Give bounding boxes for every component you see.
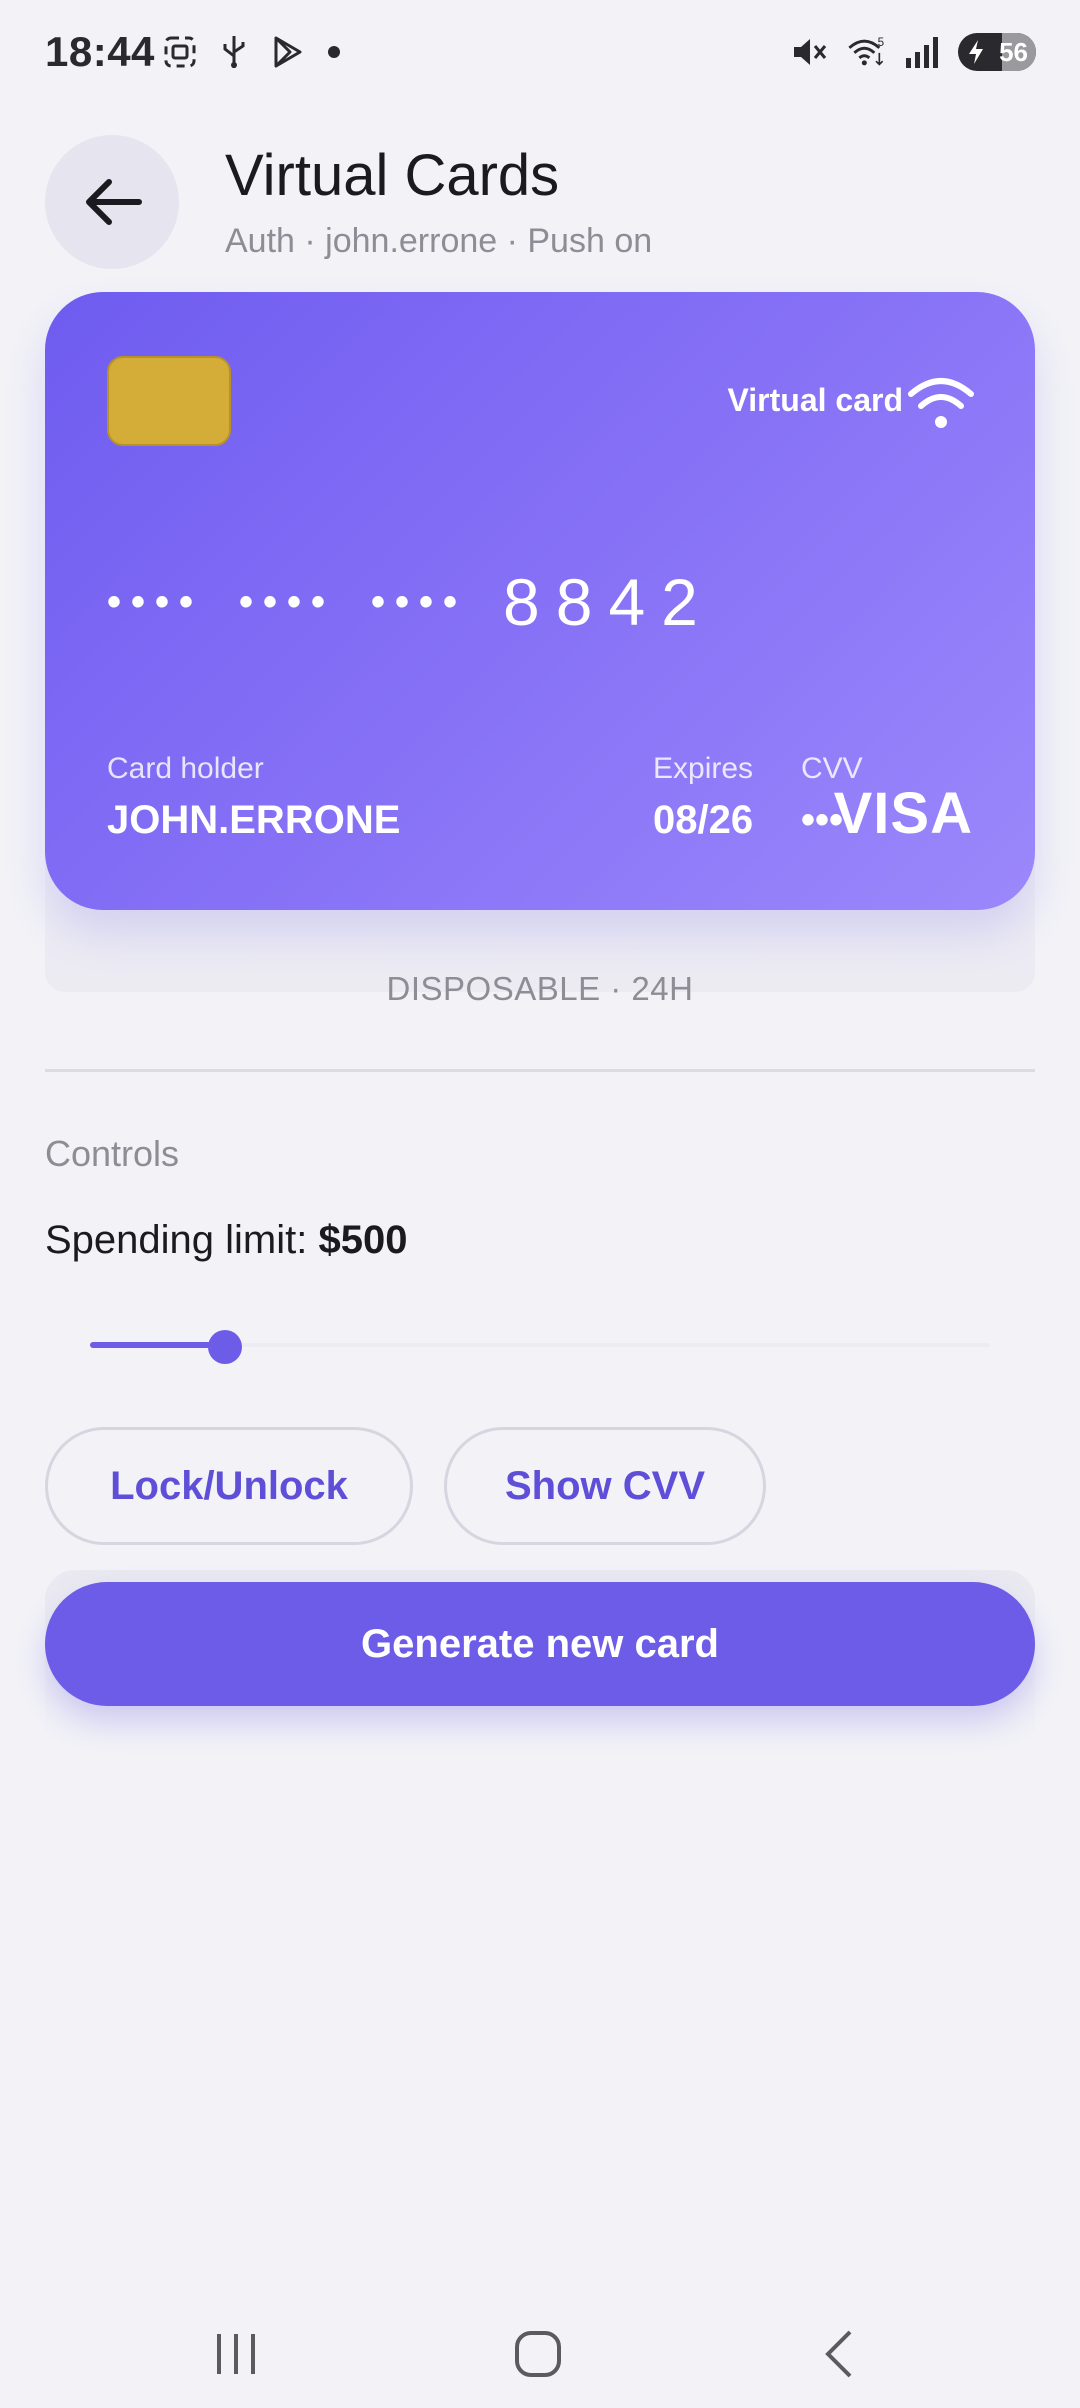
card-chip	[107, 356, 231, 446]
status-time: 18:44	[45, 28, 155, 75]
wifi-icon: 5	[846, 32, 886, 72]
back-button[interactable]	[45, 135, 179, 269]
mute-icon	[790, 32, 830, 72]
system-nav-bar	[0, 2300, 1080, 2408]
spending-limit-slider[interactable]	[90, 1330, 990, 1364]
generate-card-button[interactable]: Generate new card	[45, 1582, 1035, 1706]
masked-group: ••••	[371, 579, 468, 624]
page-subtitle: Auth · john.errone · Push on	[225, 222, 653, 260]
lock-unlock-button[interactable]: Lock/Unlock	[45, 1427, 413, 1545]
charging-icon	[969, 40, 983, 64]
card-holder-value: JOHN.ERRONE	[107, 798, 401, 842]
back-icon[interactable]	[800, 2314, 880, 2394]
signal-icon	[902, 32, 942, 72]
notification-dot	[328, 46, 340, 58]
svg-text:5: 5	[878, 36, 884, 49]
slider-thumb[interactable]	[208, 1330, 242, 1364]
status-left-icons	[160, 32, 340, 72]
controls-heading: Controls	[45, 1133, 180, 1174]
show-cvv-button[interactable]: Show CVV	[444, 1427, 766, 1545]
card-meta: DISPOSABLE · 24H	[386, 970, 694, 1007]
arrow-left-icon	[86, 179, 142, 225]
masked-group: ••••	[107, 579, 204, 624]
expires-label: Expires	[653, 752, 754, 785]
status-right-icons: 5 56	[790, 32, 1036, 72]
slider-fill	[90, 1342, 225, 1348]
contactless-icon	[908, 378, 974, 428]
spending-limit-label: Spending limit: $500	[45, 1218, 407, 1263]
card-holder-label: Card holder	[107, 752, 264, 785]
battery-indicator: 56	[958, 33, 1036, 71]
masked-group: ••••	[239, 579, 336, 624]
page-title: Virtual Cards	[225, 143, 560, 208]
card-type-label: Virtual card	[727, 382, 903, 418]
divider	[45, 1069, 1035, 1072]
recent-apps-icon[interactable]	[196, 2314, 276, 2394]
card-brand-logo: VISA	[833, 781, 973, 846]
card-last4: 8842	[503, 565, 714, 639]
virtual-card[interactable]: Virtual card •••• •••• •••• 8842 Card ho…	[45, 292, 1035, 910]
expires-value: 08/26	[653, 798, 754, 842]
screenshot-icon	[160, 32, 200, 72]
spending-limit-value: $500	[318, 1218, 408, 1262]
status-bar: 18:44 5 56	[0, 0, 1080, 110]
battery-level: 56	[999, 36, 1028, 67]
home-icon[interactable]	[498, 2314, 578, 2394]
play-store-icon	[268, 32, 308, 72]
card-number: •••• •••• •••• 8842	[107, 564, 714, 640]
usb-icon	[214, 32, 254, 72]
spending-limit-text: Spending limit:	[45, 1218, 319, 1262]
